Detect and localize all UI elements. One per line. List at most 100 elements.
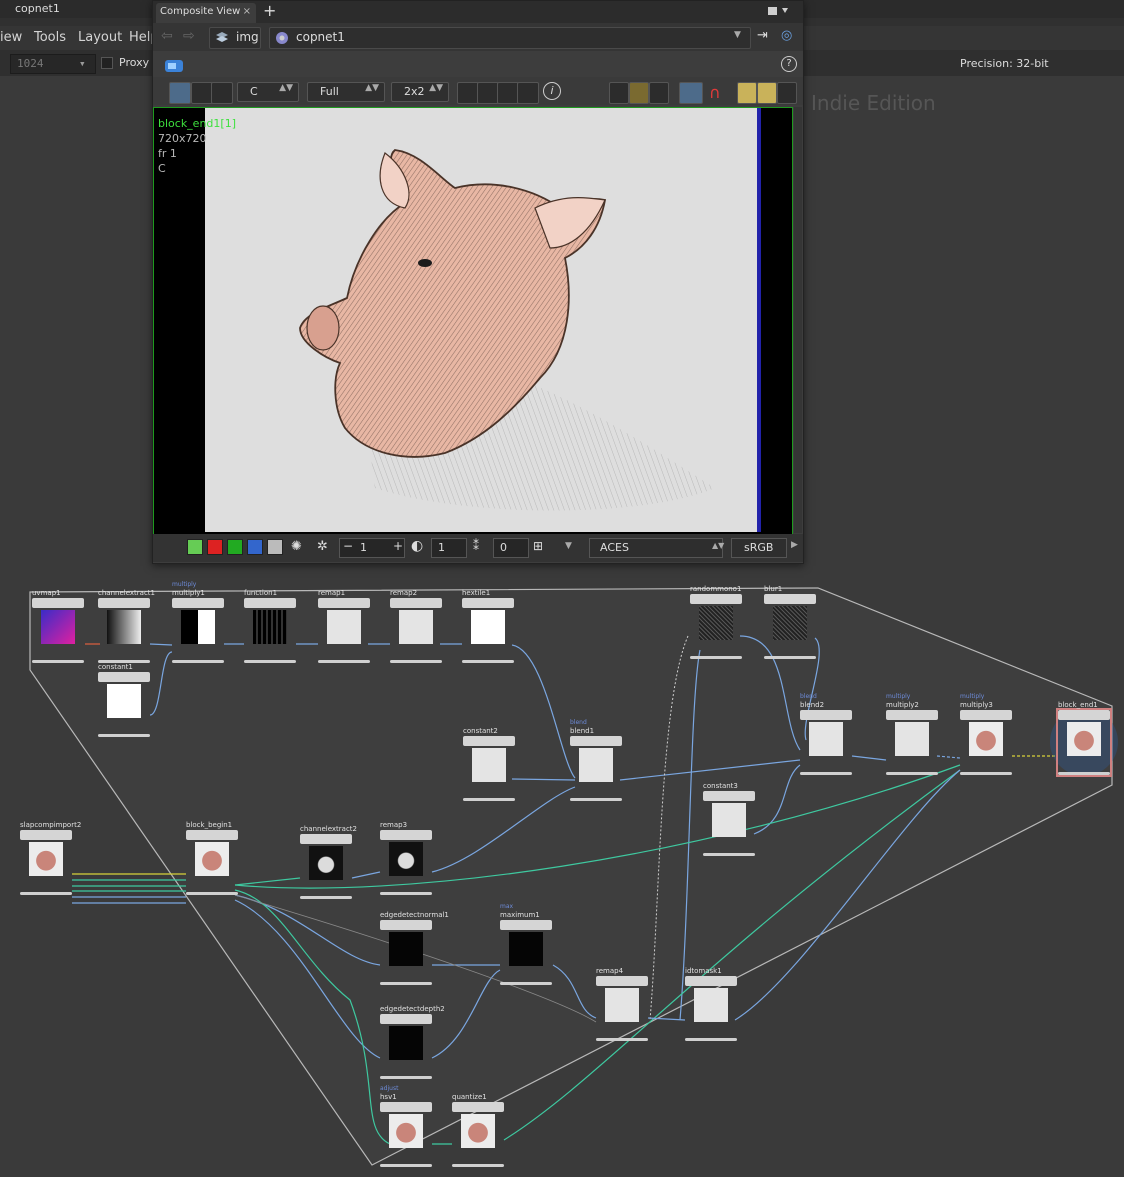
ocio-dropdown[interactable]: ACES ▲▼	[589, 538, 724, 558]
lut-icon[interactable]: ⊞	[533, 539, 543, 553]
alpha-channel-button[interactable]	[267, 539, 283, 555]
node-ports[interactable]	[244, 644, 296, 658]
frame-all-icon[interactable]	[517, 82, 539, 104]
node-header[interactable]	[703, 791, 755, 801]
node-ports[interactable]	[32, 644, 84, 658]
gamma-field[interactable]: 1	[431, 538, 467, 558]
path-segment-copnet[interactable]: copnet1 ▼	[269, 27, 751, 49]
node-header[interactable]	[318, 598, 370, 608]
node-uvmap1[interactable]	[32, 598, 84, 663]
node-header[interactable]	[462, 598, 514, 608]
node-idtomask1[interactable]	[685, 976, 737, 1041]
ocio-menu-icon[interactable]: ▼	[565, 541, 572, 551]
forward-icon[interactable]: ⇨	[183, 28, 195, 44]
node-header[interactable]	[690, 594, 742, 604]
image-viewport[interactable]: block_end1[1] 720x720 fr 1 C	[153, 107, 793, 535]
node-ports[interactable]	[685, 1022, 737, 1036]
node-remap3[interactable]	[380, 830, 432, 895]
node-edgedetectnormal1[interactable]	[380, 920, 432, 985]
node-ports[interactable]	[172, 644, 224, 658]
rgb-channels-button[interactable]	[187, 539, 203, 555]
node-header[interactable]	[570, 736, 622, 746]
node-constant3[interactable]	[703, 791, 755, 856]
compare-b-button[interactable]	[629, 82, 649, 104]
node-block_end1[interactable]	[1056, 708, 1112, 777]
gain-icon[interactable]: ✲	[317, 539, 328, 554]
node-header[interactable]	[172, 598, 224, 608]
composite-view-icon[interactable]	[163, 56, 189, 76]
add-tab-icon[interactable]: +	[263, 1, 276, 20]
node-header[interactable]	[800, 710, 852, 720]
display-dropdown[interactable]: sRGB	[731, 538, 787, 558]
display-mode-button[interactable]	[169, 82, 191, 104]
window-menu-icon[interactable]	[766, 5, 790, 17]
node-channelextract1[interactable]	[98, 598, 150, 663]
node-header[interactable]	[32, 598, 84, 608]
node-ports[interactable]	[452, 1148, 504, 1162]
green-channel-button[interactable]	[227, 539, 243, 555]
node-randommono1[interactable]	[690, 594, 742, 659]
link-icon[interactable]: ◎	[781, 28, 792, 43]
node-constant1[interactable]	[98, 672, 150, 737]
node-header[interactable]	[300, 834, 352, 844]
node-ports[interactable]	[98, 644, 150, 658]
increment-icon[interactable]: +	[393, 539, 403, 553]
node-header[interactable]	[960, 710, 1012, 720]
node-header[interactable]	[98, 598, 150, 608]
node-ports[interactable]	[318, 644, 370, 658]
tab-close-icon[interactable]: ×	[243, 6, 251, 17]
levels-button[interactable]	[191, 82, 213, 104]
decrement-icon[interactable]: −	[343, 539, 353, 553]
node-edgedetectdepth2[interactable]	[380, 1014, 432, 1079]
node-hsv1[interactable]	[380, 1102, 432, 1167]
node-ports[interactable]	[380, 876, 432, 890]
node-ports[interactable]	[690, 640, 742, 654]
node-header[interactable]	[685, 976, 737, 986]
node-header[interactable]	[452, 1102, 504, 1112]
node-header[interactable]	[1058, 710, 1110, 720]
resolution-dropdown[interactable]: Full ▲▼	[307, 82, 385, 102]
node-header[interactable]	[244, 598, 296, 608]
info-icon[interactable]: i	[543, 82, 561, 100]
node-remap4[interactable]	[596, 976, 648, 1041]
node-header[interactable]	[380, 920, 432, 930]
render-button[interactable]	[679, 82, 703, 104]
channel-dropdown[interactable]: C ▲▼	[237, 82, 299, 102]
node-header[interactable]	[380, 1014, 432, 1024]
node-ports[interactable]	[703, 837, 755, 851]
guide-button[interactable]	[737, 82, 757, 104]
more-options-icon[interactable]: ▶	[791, 540, 798, 550]
node-ports[interactable]	[98, 718, 150, 732]
node-ports[interactable]	[764, 640, 816, 654]
node-channelextract2[interactable]	[300, 834, 352, 899]
node-header[interactable]	[764, 594, 816, 604]
path-dropdown-icon[interactable]: ▼	[734, 30, 741, 40]
node-ports[interactable]	[886, 756, 938, 770]
node-function1[interactable]	[244, 598, 296, 663]
node-ports[interactable]	[20, 876, 72, 890]
blue-channel-button[interactable]	[247, 539, 263, 555]
node-header[interactable]	[390, 598, 442, 608]
pin-icon[interactable]: ⇥	[757, 28, 768, 43]
home-icon[interactable]	[497, 82, 519, 104]
node-slapcompimport2[interactable]	[20, 830, 72, 895]
path-segment-img[interactable]: img	[209, 27, 261, 49]
node-remap1[interactable]	[318, 598, 370, 663]
node-ports[interactable]	[500, 966, 552, 980]
offset-icon[interactable]: ⁑	[473, 539, 479, 553]
gamma-icon[interactable]: ◐	[411, 538, 423, 554]
node-hextile1[interactable]	[462, 598, 514, 663]
node-ports[interactable]	[596, 1022, 648, 1036]
node-remap2[interactable]	[390, 598, 442, 663]
red-channel-button[interactable]	[207, 539, 223, 555]
node-header[interactable]	[500, 920, 552, 930]
help-icon[interactable]: ?	[781, 56, 797, 72]
compare-c-button[interactable]	[649, 82, 669, 104]
node-header[interactable]	[380, 830, 432, 840]
node-ports[interactable]	[1058, 756, 1110, 770]
compare-a-button[interactable]	[609, 82, 629, 104]
grid-button[interactable]	[757, 82, 777, 104]
node-header[interactable]	[596, 976, 648, 986]
node-blend1[interactable]	[570, 736, 622, 801]
zoom-out-icon[interactable]	[477, 82, 499, 104]
